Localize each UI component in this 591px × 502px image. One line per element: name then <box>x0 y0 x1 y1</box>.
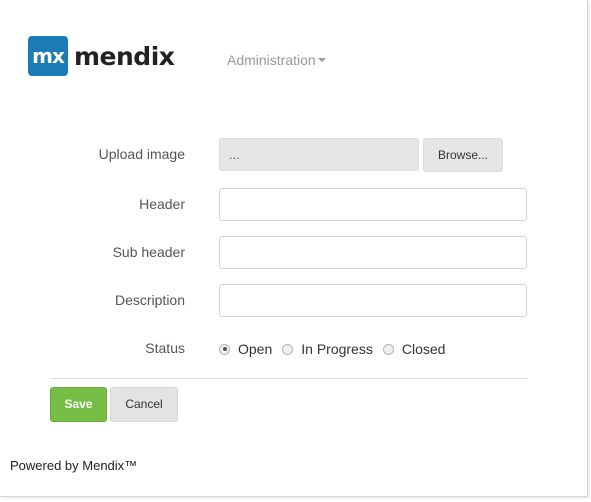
mendix-logo-text: mendix <box>74 41 175 71</box>
cancel-button[interactable]: Cancel <box>110 387 178 422</box>
status-option-in-progress[interactable]: In Progress <box>282 341 373 357</box>
mendix-logo-badge: mx <box>28 36 68 76</box>
header-label: Header <box>139 196 185 212</box>
description-input[interactable] <box>219 284 527 317</box>
sub-header-label: Sub header <box>112 244 185 260</box>
radio-button-checked[interactable] <box>219 343 230 355</box>
status-option-label: Open <box>238 341 273 357</box>
radio-button[interactable] <box>382 343 394 355</box>
mendix-logo[interactable]: mx mendix <box>28 36 175 76</box>
browse-button[interactable]: Browse... <box>423 138 503 172</box>
status-radio-group: Open In Progress Closed <box>219 340 455 358</box>
description-label: Description <box>114 292 185 308</box>
save-button[interactable]: Save <box>50 387 107 422</box>
powered-by-footer: Powered by Mendix™ <box>10 458 138 473</box>
status-label: Status <box>145 340 185 356</box>
status-option-label: Closed <box>401 341 446 357</box>
status-option-label: In Progress <box>301 341 373 357</box>
form-divider <box>50 378 528 379</box>
upload-image-field[interactable]: ... <box>219 138 419 171</box>
radio-button[interactable] <box>282 343 294 355</box>
administration-menu[interactable]: Administration <box>227 52 326 68</box>
header-input[interactable] <box>219 188 527 221</box>
caret-down-icon <box>317 58 326 62</box>
status-option-closed[interactable]: Closed <box>382 341 446 357</box>
status-option-open[interactable]: Open <box>219 341 272 357</box>
administration-menu-label: Administration <box>227 52 316 68</box>
upload-image-label: Upload image <box>98 146 185 162</box>
page: mx mendix Administration Upload image ..… <box>0 0 588 497</box>
sub-header-input[interactable] <box>219 236 527 269</box>
